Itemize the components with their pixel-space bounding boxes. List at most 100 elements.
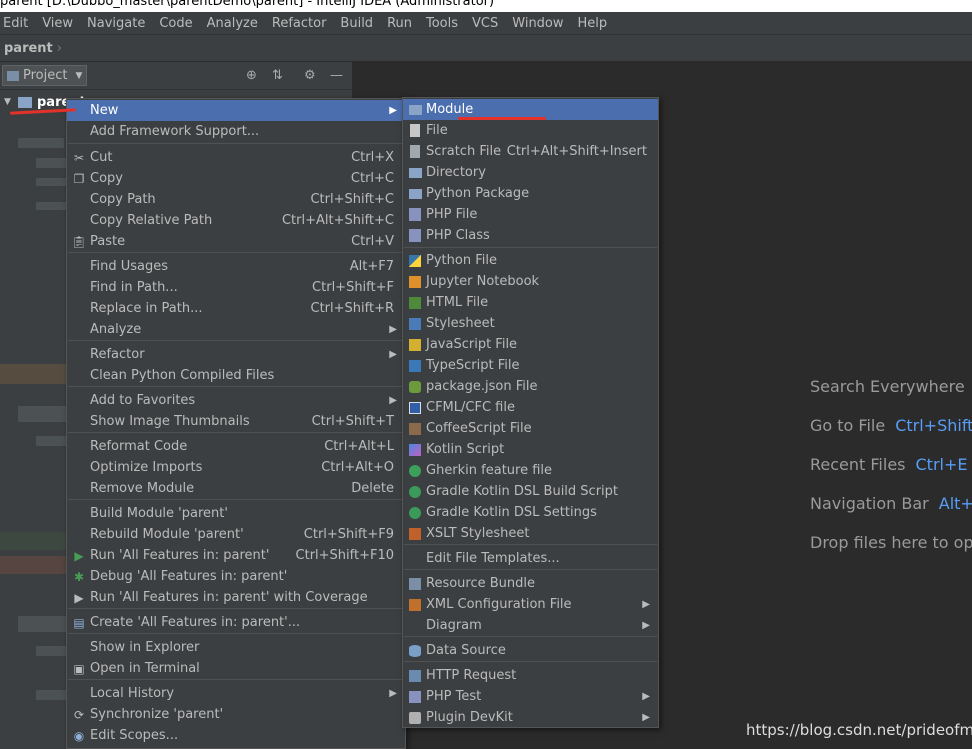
ctx-item-analyze[interactable]: Analyze ▶ bbox=[67, 319, 405, 340]
menu-navigate[interactable]: Navigate bbox=[80, 16, 152, 31]
menu-run[interactable]: Run bbox=[380, 16, 419, 31]
ctx-item-label: New bbox=[90, 103, 119, 118]
new-item-resource-bundle[interactable]: Resource Bundle bbox=[403, 573, 658, 594]
new-item-cfml-cfc-file[interactable]: CFML/CFC file bbox=[403, 397, 658, 418]
module-folder-icon bbox=[18, 96, 32, 108]
menu-edit[interactable]: Edit bbox=[0, 16, 35, 31]
ctx-item-local-history[interactable]: Local History ▶ bbox=[67, 683, 405, 704]
menu-build[interactable]: Build bbox=[333, 16, 380, 31]
new-item-label: HTML File bbox=[426, 295, 489, 310]
new-item-edit-file-templates[interactable]: Edit File Templates... bbox=[403, 548, 658, 569]
ctx-item-rebuild-module-parent[interactable]: Rebuild Module 'parent' Ctrl+Shift+F9 bbox=[67, 524, 405, 545]
new-item-file[interactable]: File bbox=[403, 120, 658, 141]
ctx-item-show-image-thumbnails[interactable]: Show Image Thumbnails Ctrl+Shift+T bbox=[67, 411, 405, 432]
new-item-xslt-stylesheet[interactable]: XSLT Stylesheet bbox=[403, 523, 658, 544]
ctx-item-cut[interactable]: ✂ Cut Ctrl+X bbox=[67, 147, 405, 168]
new-item-html-file[interactable]: HTML File bbox=[403, 292, 658, 313]
gradle-icon bbox=[408, 506, 422, 520]
menu-refactor[interactable]: Refactor bbox=[265, 16, 334, 31]
new-item-data-source[interactable]: Data Source bbox=[403, 640, 658, 661]
ctx-item-find-usages[interactable]: Find Usages Alt+F7 bbox=[67, 256, 405, 277]
ctx-item-clean-python-compiled-files[interactable]: Clean Python Compiled Files bbox=[67, 365, 405, 386]
menu-analyze[interactable]: Analyze bbox=[200, 16, 265, 31]
hint-label: Drop files here to ope bbox=[810, 533, 972, 552]
menu-help[interactable]: Help bbox=[571, 16, 615, 31]
hide-icon[interactable]: — bbox=[330, 68, 343, 83]
html-file-icon bbox=[408, 296, 422, 310]
new-item-scratch-file[interactable]: Scratch File Ctrl+Alt+Shift+Insert bbox=[403, 141, 658, 162]
ctx-item-replace-in-path[interactable]: Replace in Path... Ctrl+Shift+R bbox=[67, 298, 405, 319]
module-icon bbox=[408, 103, 422, 117]
ctx-item-reformat-code[interactable]: Reformat Code Ctrl+Alt+L bbox=[67, 436, 405, 457]
new-item-php-file[interactable]: PHP File bbox=[403, 204, 658, 225]
gear-icon[interactable]: ⚙ bbox=[304, 68, 316, 83]
ctx-item-copy-relative-path[interactable]: Copy Relative Path Ctrl+Alt+Shift+C bbox=[67, 210, 405, 231]
new-item-typescript-file[interactable]: TypeScript File bbox=[403, 355, 658, 376]
new-item-label: CoffeeScript File bbox=[426, 421, 532, 436]
menu-view[interactable]: View bbox=[35, 16, 80, 31]
new-submenu: Module File Scratch File Ctrl+Alt+Shift+Ins… bbox=[402, 97, 659, 728]
ctx-item-remove-module[interactable]: Remove Module Delete bbox=[67, 478, 405, 499]
new-item-php-test[interactable]: PHP Test ▶ bbox=[403, 686, 658, 707]
breadcrumb-parent[interactable]: parent bbox=[0, 41, 53, 56]
ctx-item-build-module-parent[interactable]: Build Module 'parent' bbox=[67, 503, 405, 524]
new-item-plugin-devkit[interactable]: Plugin DevKit ▶ bbox=[403, 707, 658, 728]
watermark-text: https://blog.csdn.net/prideofme bbox=[746, 721, 972, 739]
submenu-arrow-icon: ▶ bbox=[642, 691, 650, 702]
ctx-item-label: Open in Terminal bbox=[90, 661, 200, 676]
new-item-package-json-file[interactable]: package.json File bbox=[403, 376, 658, 397]
menu-separator bbox=[404, 569, 657, 570]
new-item-gherkin-feature-file[interactable]: Gherkin feature file bbox=[403, 460, 658, 481]
ctx-item-show-in-explorer[interactable]: Show in Explorer bbox=[67, 637, 405, 658]
ctx-item-refactor[interactable]: Refactor ▶ bbox=[67, 344, 405, 365]
ctx-item-run-all-features-in-parent-with-coverage[interactable]: ▶ Run 'All Features in: parent' with Cove… bbox=[67, 587, 405, 608]
ctx-item-find-in-path[interactable]: Find in Path... Ctrl+Shift+F bbox=[67, 277, 405, 298]
menu-code[interactable]: Code bbox=[152, 16, 199, 31]
ctx-item-copy[interactable]: ❐ Copy Ctrl+C bbox=[67, 168, 405, 189]
new-item-label: PHP Test bbox=[426, 689, 482, 704]
new-item-javascript-file[interactable]: JavaScript File bbox=[403, 334, 658, 355]
new-item-coffeescript-file[interactable]: CoffeeScript File bbox=[403, 418, 658, 439]
new-item-http-request[interactable]: HTTP Request bbox=[403, 665, 658, 686]
new-item-label: TypeScript File bbox=[426, 358, 520, 373]
navigation-bar: parent › bbox=[0, 34, 972, 62]
blurred-tree-item bbox=[0, 364, 66, 384]
shortcut-text: Ctrl+Alt+Shift+C bbox=[281, 213, 394, 228]
ctx-item-add-framework-support[interactable]: Add Framework Support... bbox=[67, 121, 405, 142]
ctx-item-label: Add Framework Support... bbox=[90, 124, 260, 139]
ctx-item-copy-path[interactable]: Copy Path Ctrl+Shift+C bbox=[67, 189, 405, 210]
ctx-item-run-all-features-in-parent[interactable]: ▶ Run 'All Features in: parent' Ctrl+Shift… bbox=[67, 545, 405, 566]
new-item-gradle-kotlin-dsl-settings[interactable]: Gradle Kotlin DSL Settings bbox=[403, 502, 658, 523]
ctx-item-add-to-favorites[interactable]: Add to Favorites ▶ bbox=[67, 390, 405, 411]
new-item-gradle-kotlin-dsl-build-script[interactable]: Gradle Kotlin DSL Build Script bbox=[403, 481, 658, 502]
ctx-item-edit-scopes[interactable]: ◉ Edit Scopes... bbox=[67, 725, 405, 746]
new-item-stylesheet[interactable]: Stylesheet bbox=[403, 313, 658, 334]
menu-vcs[interactable]: VCS bbox=[465, 16, 505, 31]
locate-icon[interactable]: ⊕ bbox=[246, 68, 257, 83]
new-item-diagram[interactable]: Diagram ▶ bbox=[403, 615, 658, 636]
new-item-php-class[interactable]: PHP Class bbox=[403, 225, 658, 246]
new-item-jupyter-notebook[interactable]: Jupyter Notebook bbox=[403, 271, 658, 292]
ctx-item-new[interactable]: New ▶ bbox=[67, 100, 405, 121]
ctx-item-open-in-terminal[interactable]: ▣ Open in Terminal bbox=[67, 658, 405, 679]
menu-window[interactable]: Window bbox=[505, 16, 570, 31]
js-file-icon bbox=[408, 338, 422, 352]
gradle-icon bbox=[408, 485, 422, 499]
new-item-directory[interactable]: Directory bbox=[403, 162, 658, 183]
shortcut-text: Ctrl+Shift+F9 bbox=[303, 527, 394, 542]
new-item-python-package[interactable]: Python Package bbox=[403, 183, 658, 204]
project-view-selector[interactable]: Project ▼ bbox=[2, 65, 88, 86]
ctx-item-optimize-imports[interactable]: Optimize Imports Ctrl+Alt+O bbox=[67, 457, 405, 478]
new-item-kotlin-script[interactable]: Kotlin Script bbox=[403, 439, 658, 460]
ctx-item-debug-all-features-in-parent[interactable]: ✱ Debug 'All Features in: parent' bbox=[67, 566, 405, 587]
shortcut-text: Ctrl+X bbox=[351, 150, 394, 165]
new-item-label: XML Configuration File bbox=[426, 597, 572, 612]
new-item-python-file[interactable]: Python File bbox=[403, 250, 658, 271]
collapse-all-icon[interactable]: ⇅ bbox=[272, 68, 283, 83]
ctx-item-synchronize-parent[interactable]: ⟳ Synchronize 'parent' bbox=[67, 704, 405, 725]
new-item-xml-configuration-file[interactable]: XML Configuration File ▶ bbox=[403, 594, 658, 615]
kotlin-icon bbox=[408, 443, 422, 457]
menu-tools[interactable]: Tools bbox=[419, 16, 465, 31]
ctx-item-paste[interactable]: 📋︎ Paste Ctrl+V bbox=[67, 231, 405, 252]
ctx-item-create-all-features-in-parent[interactable]: ▤ Create 'All Features in: parent'... bbox=[67, 612, 405, 633]
